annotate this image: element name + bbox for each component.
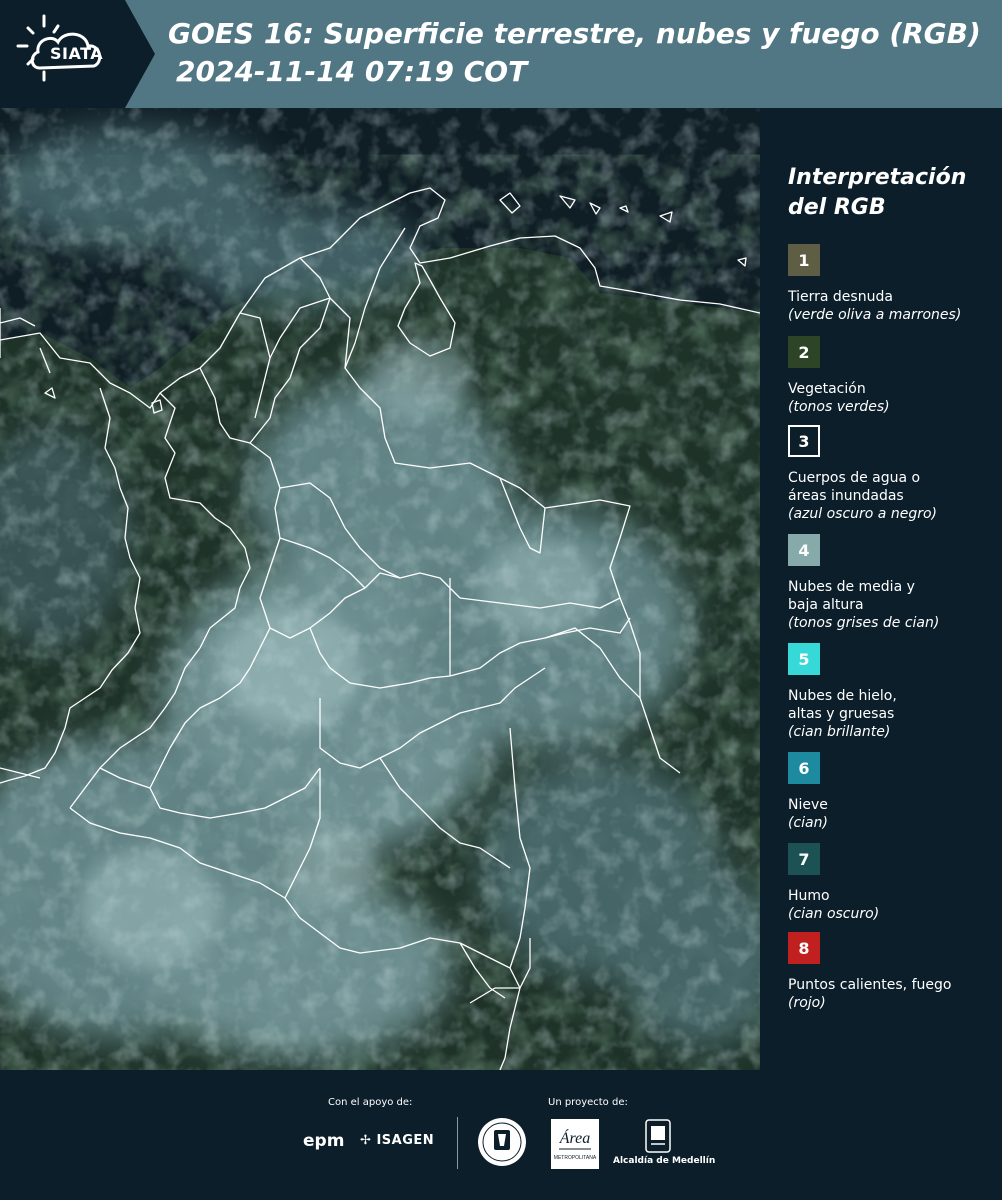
rgb-legend: Interpretación del RGB 1 Tierra desnuda … <box>770 108 1002 1070</box>
legend-label: Cuerpos de agua o áreas inundadas <box>788 470 921 504</box>
legend-swatch-6: 6 <box>788 752 820 784</box>
legend-label: Nubes de media y baja altura <box>788 579 915 613</box>
legend-label: Vegetación <box>788 381 866 397</box>
footer-divider <box>457 1117 458 1169</box>
legend-swatch-2: 2 <box>788 336 820 368</box>
footer: Con el apoyo de: Un proyecto de: epm ✢ I… <box>0 1070 1002 1200</box>
legend-title-line1: Interpretación <box>788 165 967 190</box>
legend-item-smoke: 7 Humo (cian oscuro) <box>788 843 998 923</box>
support-label: Con el apoyo de: <box>328 1097 413 1108</box>
legend-item-bare-land: 1 Tierra desnuda (verde oliva a marrones… <box>788 244 998 324</box>
header-bar: SIATA GOES 16: Superficie terrestre, nub… <box>0 0 1002 108</box>
legend-description: (tonos grises de cian) <box>788 615 940 631</box>
legend-label: Tierra desnuda <box>788 289 893 305</box>
legend-description: (cian oscuro) <box>788 906 880 922</box>
isagen-icon: ✢ <box>360 1133 372 1148</box>
legend-swatch-4: 4 <box>788 534 820 566</box>
legend-description: (cian) <box>788 815 828 831</box>
legend-item-low-clouds: 4 Nubes de media y baja altura (tonos gr… <box>788 534 998 632</box>
legend-description: (tonos verdes) <box>788 399 890 415</box>
isagen-logo: ✢ ISAGEN <box>360 1133 434 1148</box>
amva-logo-subtext: METROPOLITANA <box>554 1155 597 1161</box>
legend-label: Puntos calientes, fuego <box>788 977 952 993</box>
legend-swatch-5: 5 <box>788 643 820 675</box>
legend-swatch-1: 1 <box>788 244 820 276</box>
legend-swatch-7: 7 <box>788 843 820 875</box>
legend-item-ice-clouds: 5 Nubes de hielo, altas y gruesas (cian … <box>788 643 998 741</box>
isagen-logo-text: ISAGEN <box>376 1133 435 1148</box>
legend-swatch-3: 3 <box>788 425 820 457</box>
timestamp: 2024-11-14 07:19 COT <box>176 55 528 88</box>
legend-item-vegetation: 2 Vegetación (tonos verdes) <box>788 336 998 416</box>
legend-title-line2: del RGB <box>788 195 886 220</box>
amva-logo: Área METROPOLITANA <box>551 1119 599 1169</box>
university-seal-logo <box>478 1118 526 1166</box>
alcaldia-medellin-text: Alcaldía de Medellín <box>613 1156 716 1166</box>
legend-description: (rojo) <box>788 995 826 1011</box>
legend-label: Nubes de hielo, altas y gruesas <box>788 688 897 722</box>
epm-logo: epm <box>303 1131 345 1151</box>
medellin-shield-icon <box>645 1119 671 1153</box>
legend-title: Interpretación del RGB <box>788 163 988 223</box>
cloud-texture <box>0 108 760 1070</box>
satellite-map <box>0 108 760 1070</box>
legend-swatch-8: 8 <box>788 932 820 964</box>
legend-description: (azul oscuro a negro) <box>788 506 937 522</box>
legend-item-water: 3 Cuerpos de agua o áreas inundadas (azu… <box>788 425 998 523</box>
legend-label: Humo <box>788 888 830 904</box>
legend-item-snow: 6 Nieve (cian) <box>788 752 998 832</box>
siata-logo-text: SIATA <box>50 44 104 63</box>
legend-label: Nieve <box>788 797 828 813</box>
amva-logo-text: Área <box>559 1128 591 1147</box>
project-label: Un proyecto de: <box>548 1097 628 1108</box>
legend-description: (verde oliva a marrones) <box>788 307 962 323</box>
siata-logo: SIATA <box>0 0 155 108</box>
legend-description: (cian brillante) <box>788 724 891 740</box>
legend-item-fire: 8 Puntos calientes, fuego (rojo) <box>788 932 998 1012</box>
page-title: GOES 16: Superficie terrestre, nubes y f… <box>168 17 981 50</box>
alcaldia-medellin-logo: Alcaldía de Medellín <box>613 1118 716 1168</box>
